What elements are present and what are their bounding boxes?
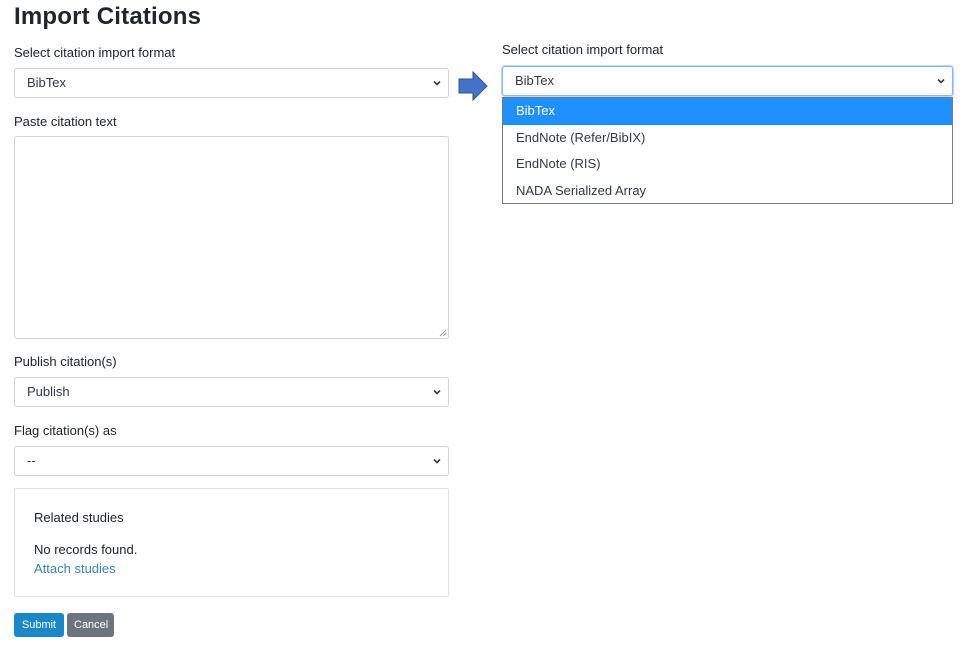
citation-textarea[interactable] [14,136,449,339]
submit-button[interactable]: Submit [14,613,64,637]
related-studies-card: Related studies No records found. Attach… [14,488,449,597]
attach-studies-link[interactable]: Attach studies [34,561,116,576]
format-select[interactable]: BibTex [14,68,449,98]
cancel-button[interactable]: Cancel [67,613,114,637]
flag-label: Flag citation(s) as [14,423,117,438]
related-studies-title: Related studies [34,510,124,525]
chevron-down-icon [433,80,441,86]
no-records-text: No records found. [34,542,138,557]
format-option-endnote-refer[interactable]: EndNote (Refer/BibIX) [503,125,952,152]
callout-format-select[interactable]: BibTex [502,66,953,96]
publish-label: Publish citation(s) [14,354,117,369]
format-option-endnote-ris[interactable]: EndNote (RIS) [503,151,952,178]
flag-select[interactable]: -- [14,446,449,476]
page-title: Import Citations [14,3,202,30]
publish-select[interactable]: Publish [14,377,449,407]
publish-select-value: Publish [27,384,70,399]
format-option-nada[interactable]: NADA Serialized Array [503,178,952,205]
callout-format-label: Select citation import format [502,42,664,57]
chevron-down-icon [433,389,441,395]
format-option-bibtex[interactable]: BibTex [503,98,952,125]
callout-arrow-icon [458,71,488,101]
chevron-down-icon [433,458,441,464]
import-citations-page: Import Citations Select citation import … [0,0,965,650]
chevron-down-icon [937,78,945,84]
format-label: Select citation import format [14,45,176,60]
resize-grip-icon[interactable] [439,329,447,337]
format-select-value: BibTex [27,75,67,90]
paste-label: Paste citation text [14,114,117,129]
callout-format-select-value: BibTex [515,73,555,88]
format-options-list: BibTex EndNote (Refer/BibIX) EndNote (RI… [502,97,953,204]
flag-select-value: -- [27,453,36,468]
